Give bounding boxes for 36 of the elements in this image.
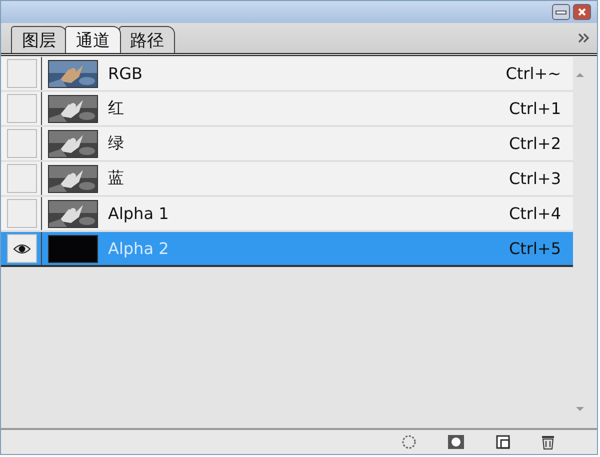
trash-icon[interactable] bbox=[541, 434, 555, 450]
channel-row[interactable]: Alpha 1 Ctrl+4 bbox=[1, 197, 573, 232]
shortcut-label: Ctrl+1 bbox=[508, 99, 561, 118]
channel-row[interactable]: 绿 Ctrl+2 bbox=[1, 127, 573, 162]
shortcut-label: Ctrl+5 bbox=[508, 239, 561, 258]
visibility-toggle[interactable] bbox=[7, 94, 37, 123]
channel-name: 蓝 bbox=[108, 168, 125, 189]
panel-tab[interactable]: 通道 bbox=[65, 26, 121, 53]
channel-row[interactable]: 蓝 Ctrl+3 bbox=[1, 162, 573, 197]
channel-name: 红 bbox=[108, 98, 125, 119]
minimize-button[interactable] bbox=[552, 4, 570, 20]
visibility-toggle[interactable] bbox=[7, 234, 37, 263]
channel-name: 绿 bbox=[108, 133, 125, 154]
close-button[interactable] bbox=[573, 4, 591, 20]
mask-icon[interactable] bbox=[447, 434, 465, 450]
eye-icon bbox=[13, 242, 31, 254]
channel-row[interactable]: 红 Ctrl+1 bbox=[1, 92, 573, 127]
panel-tab[interactable]: 路径 bbox=[119, 26, 175, 53]
new-channel-icon[interactable] bbox=[495, 434, 511, 450]
close-icon bbox=[577, 7, 587, 17]
channel-row[interactable]: RGB Ctrl+~ bbox=[1, 57, 573, 92]
visibility-toggle[interactable] bbox=[7, 59, 37, 88]
channel-name: Alpha 1 bbox=[108, 204, 170, 223]
visibility-toggle[interactable] bbox=[7, 129, 37, 158]
visibility-toggle[interactable] bbox=[7, 199, 37, 228]
panel-tab[interactable]: 图层 bbox=[11, 26, 67, 53]
shortcut-label: Ctrl+~ bbox=[506, 64, 561, 83]
panel-menu-icon[interactable] bbox=[577, 33, 591, 43]
shortcut-label: Ctrl+3 bbox=[508, 169, 561, 188]
channel-row[interactable]: Alpha 2 Ctrl+5 bbox=[1, 232, 573, 267]
shortcut-label: Ctrl+2 bbox=[508, 134, 561, 153]
shortcut-label: Ctrl+4 bbox=[508, 204, 561, 223]
channel-name: RGB bbox=[108, 64, 144, 83]
visibility-toggle[interactable] bbox=[7, 164, 37, 193]
channel-name: Alpha 2 bbox=[108, 239, 170, 258]
dotted-circle-icon[interactable] bbox=[401, 434, 417, 450]
